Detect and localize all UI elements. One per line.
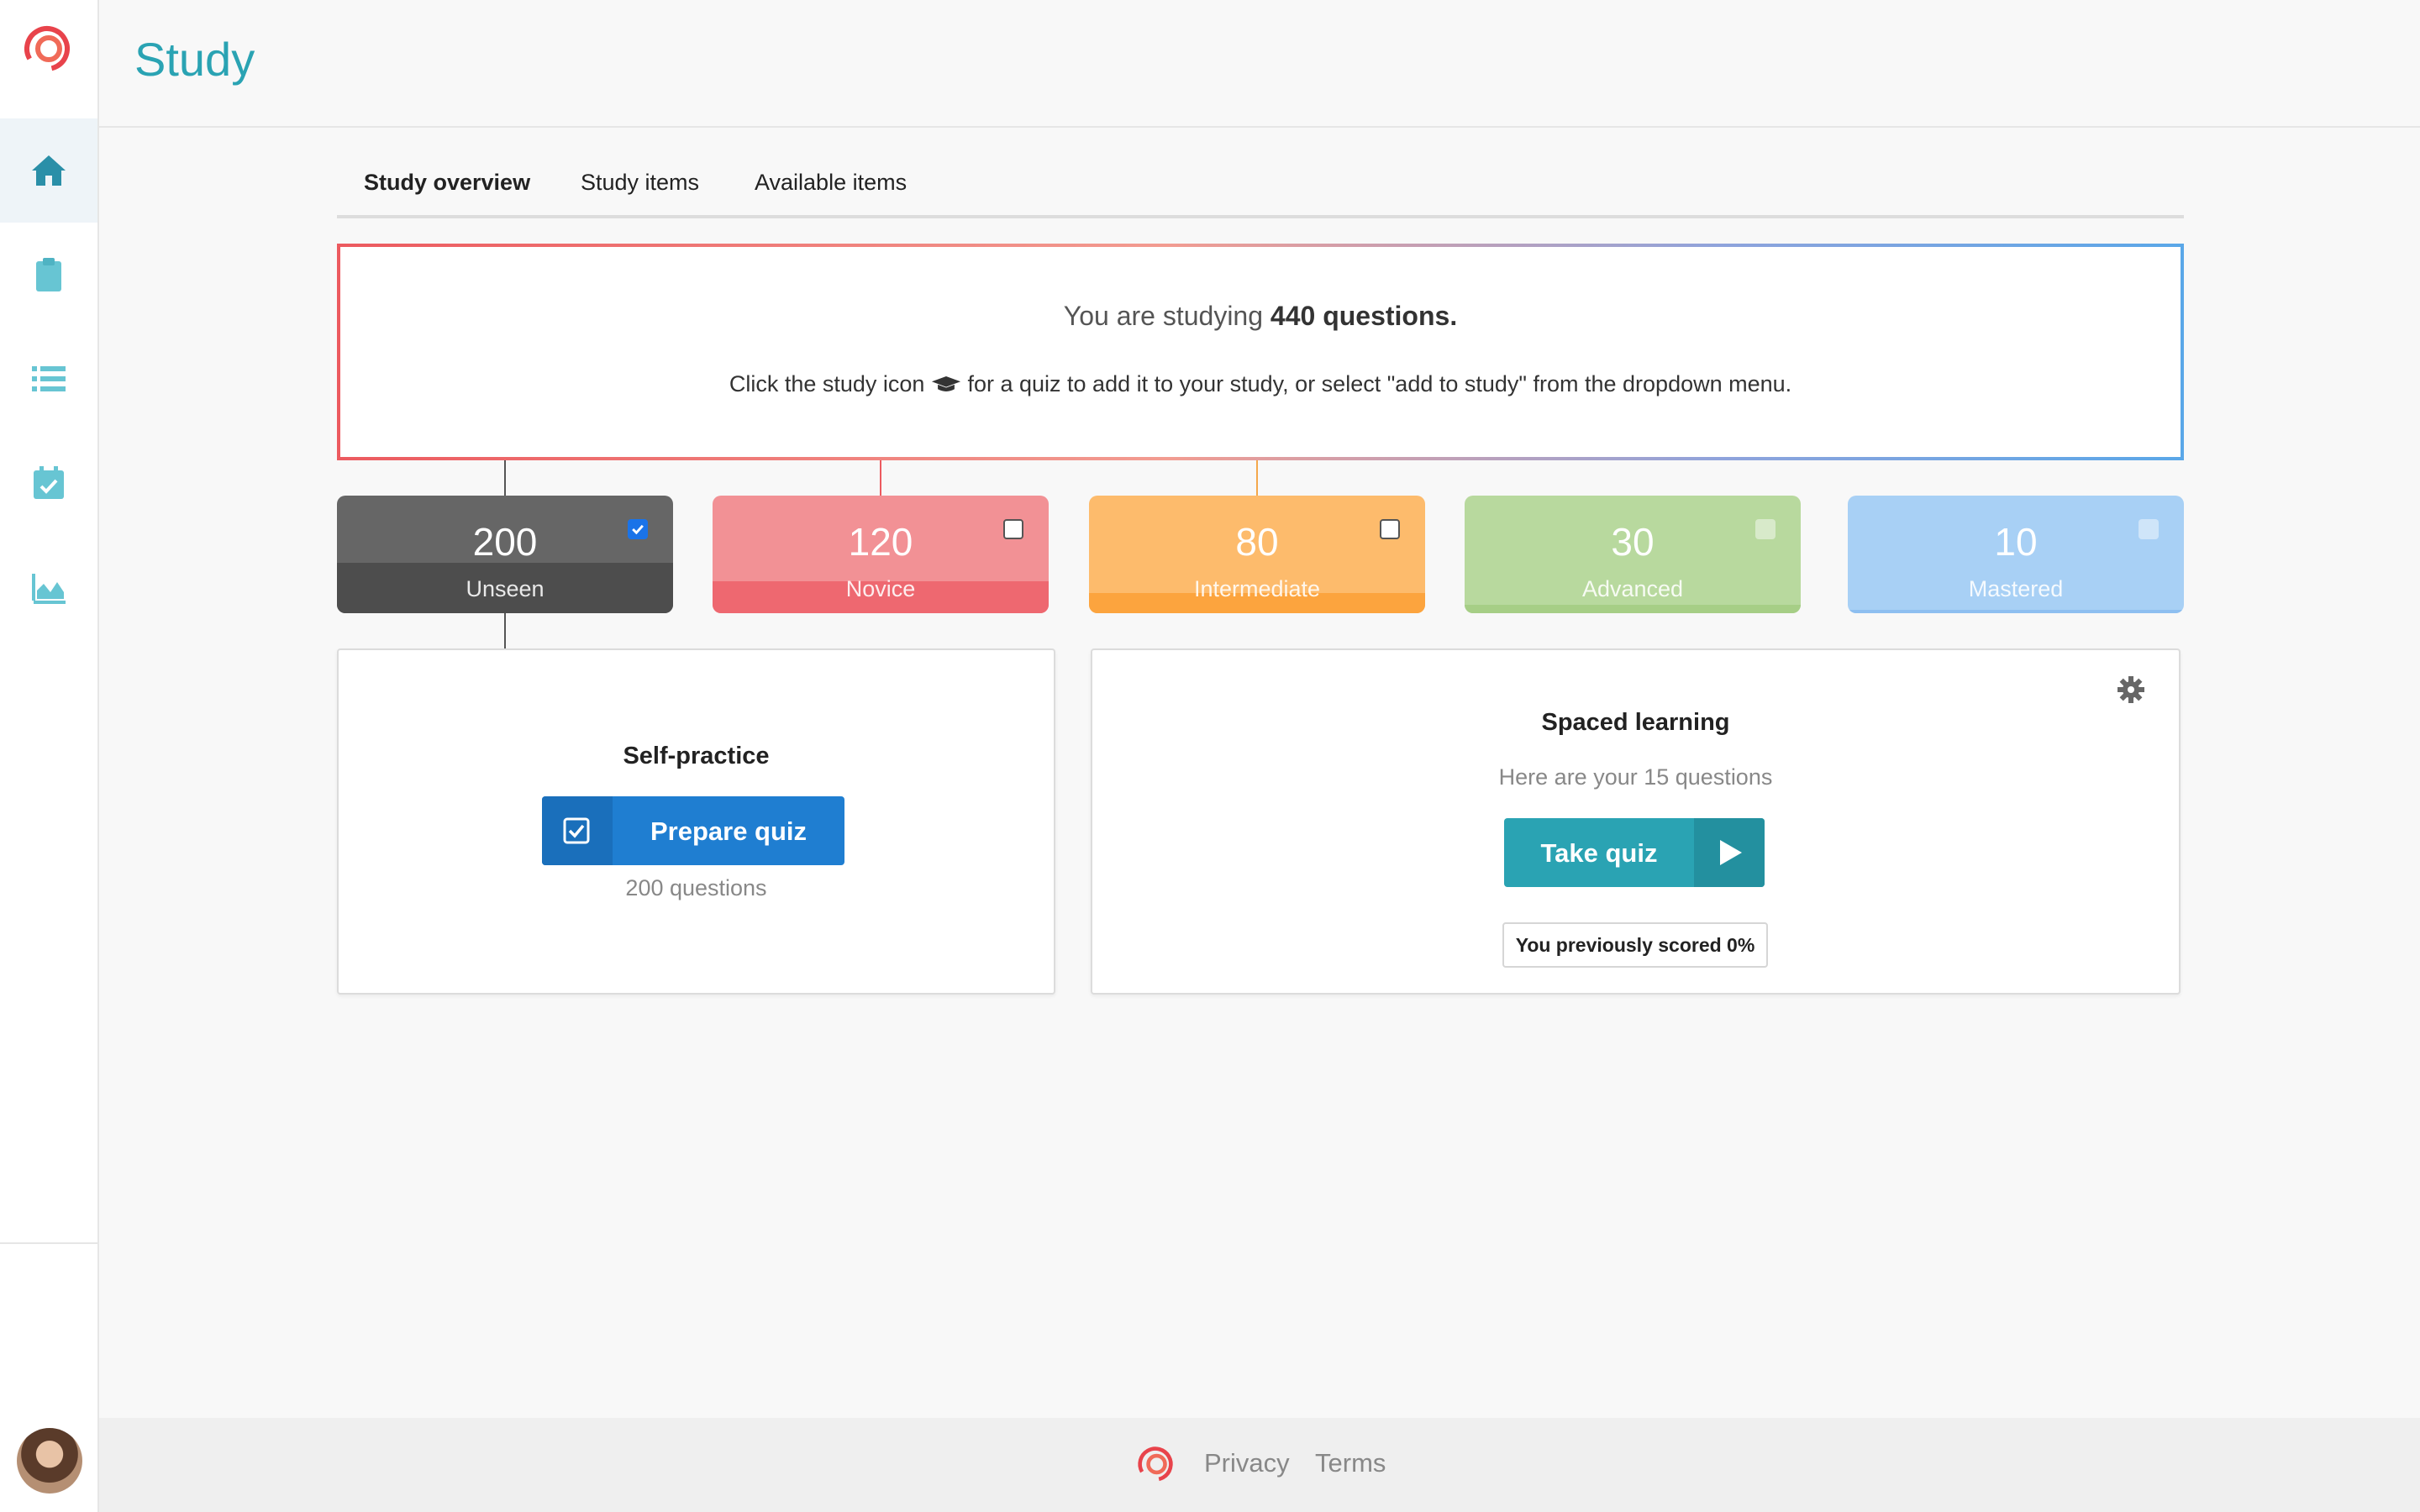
spaced-learning-subtitle: Here are your 15 questions (1498, 764, 1773, 790)
previous-score-badge: You previously scored 0% (1502, 922, 1768, 968)
hint-before-icon: Click the study icon (729, 371, 925, 396)
study-summary-box: You are studying 440 questions. Click th… (337, 244, 2184, 460)
privacy-link[interactable]: Privacy (1204, 1448, 1290, 1478)
take-quiz-label: Take quiz (1540, 838, 1658, 868)
sidebar-divider (0, 1242, 97, 1244)
connector-unseen-top (504, 460, 506, 496)
level-band (1465, 605, 1801, 613)
sidebar-item-schedule[interactable] (0, 431, 97, 535)
gear-icon[interactable] (2117, 675, 2145, 704)
self-practice-card: Self-practice Prepare quiz 200 questions (337, 648, 1055, 995)
hint-after-icon: for a quiz to add it to your study, or s… (967, 371, 1792, 396)
spaced-learning-card: Spaced learning Here are your 15 questio… (1091, 648, 2181, 995)
list-icon (32, 366, 66, 391)
tab-study-overview[interactable]: Study overview (364, 170, 530, 196)
study-summary-text: You are studying 440 questions. (340, 301, 2181, 332)
level-count: 30 (1611, 520, 1655, 564)
prepare-quiz-button[interactable]: Prepare quiz (542, 796, 844, 865)
level-label: Mastered (1968, 576, 2064, 601)
level-checkbox[interactable] (628, 519, 648, 539)
level-band (1848, 610, 2184, 613)
terms-link[interactable]: Terms (1315, 1448, 1386, 1478)
spaced-learning-title: Spaced learning (1541, 709, 1730, 736)
header: Study (99, 0, 2420, 128)
level-count: 80 (1235, 520, 1279, 564)
prepare-quiz-label: Prepare quiz (650, 816, 808, 846)
prepare-quiz-icon-box (542, 796, 613, 865)
question-count: 440 questions. (1270, 301, 1458, 331)
sidebar-item-stats[interactable] (0, 535, 97, 639)
level-unseen[interactable]: 200 Unseen (337, 496, 673, 613)
connector-novice-top (880, 460, 881, 496)
play-icon (1720, 840, 1742, 865)
level-count: 120 (848, 520, 913, 564)
level-label: Intermediate (1193, 576, 1321, 601)
tab-bar: Study overview Study items Available ite… (337, 160, 2184, 218)
self-practice-title: Self-practice (623, 743, 770, 769)
level-count: 200 (472, 520, 538, 564)
level-intermediate[interactable]: 80 Intermediate (1089, 496, 1425, 613)
summary-prefix: You are studying (1063, 301, 1270, 331)
calendar-check-icon (34, 466, 64, 499)
home-icon (32, 155, 66, 186)
level-checkbox[interactable] (1380, 519, 1400, 539)
level-label: Advanced (1581, 576, 1684, 601)
area-chart-icon (32, 574, 66, 604)
level-count: 10 (1994, 520, 2038, 564)
level-novice[interactable]: 120 Novice (713, 496, 1049, 613)
level-mastered[interactable]: 10 Mastered (1848, 496, 2184, 613)
footer-logo[interactable] (1136, 1445, 1175, 1483)
level-checkbox[interactable] (1755, 519, 1776, 539)
tab-available-items[interactable]: Available items (755, 170, 907, 196)
level-checkbox[interactable] (2139, 519, 2159, 539)
take-quiz-icon-box (1694, 818, 1765, 887)
tab-study-items[interactable]: Study items (581, 170, 699, 196)
connector-unseen-bottom (504, 613, 506, 648)
page-title: Study (134, 33, 255, 86)
level-checkbox[interactable] (1003, 519, 1023, 539)
sidebar-item-home[interactable] (0, 118, 97, 223)
level-advanced[interactable]: 30 Advanced (1465, 496, 1801, 613)
app-logo[interactable] (22, 24, 72, 74)
sidebar (0, 0, 99, 1512)
take-quiz-button[interactable]: Take quiz (1504, 818, 1765, 887)
sidebar-item-list[interactable] (0, 327, 97, 431)
clipboard-icon (36, 258, 61, 291)
connector-intermediate-top (1256, 460, 1258, 496)
checkmark-icon (632, 524, 644, 535)
check-square-icon (563, 817, 590, 844)
graduation-cap-icon (931, 376, 961, 391)
sidebar-item-quizzes[interactable] (0, 223, 97, 327)
avatar[interactable] (17, 1428, 82, 1494)
footer: Privacy Terms (99, 1418, 2420, 1512)
study-hint: Click the study icon for a quiz to add i… (340, 371, 2181, 397)
self-practice-count: 200 questions (625, 875, 767, 900)
level-label: Novice (845, 576, 916, 601)
level-label: Unseen (466, 576, 544, 601)
